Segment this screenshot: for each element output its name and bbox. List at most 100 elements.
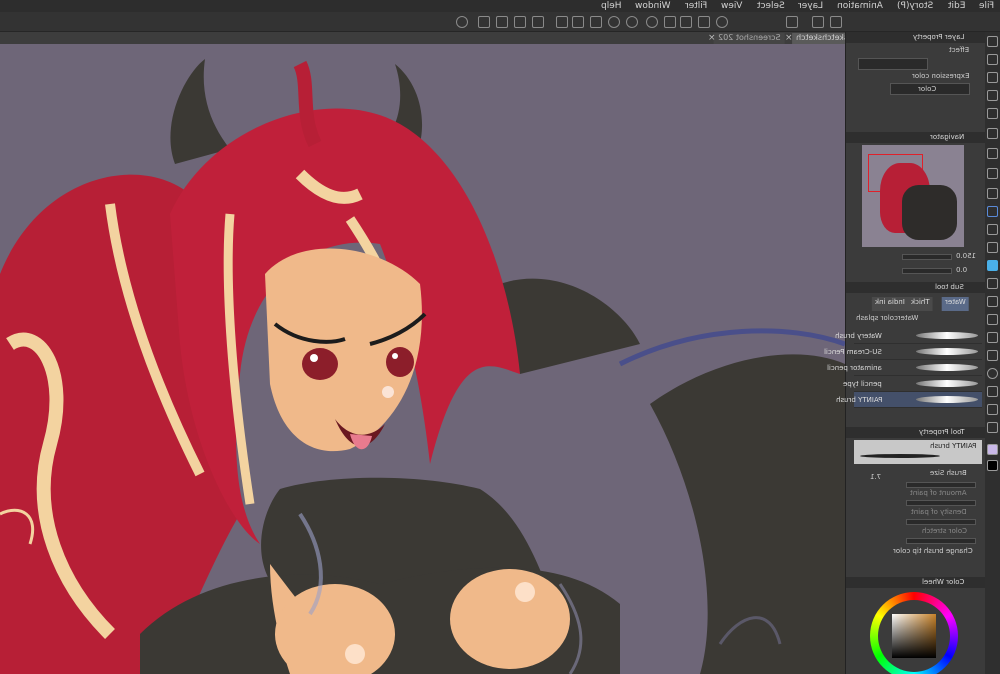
- balloon-tool-icon[interactable]: [987, 404, 998, 415]
- move-tool-icon[interactable]: [987, 54, 998, 65]
- brush-name: animator pencil: [827, 364, 882, 372]
- square-icon[interactable]: [556, 16, 568, 28]
- color-stretch-label: Color stretch: [922, 527, 967, 535]
- navigator-angle[interactable]: 0.0: [956, 266, 967, 274]
- settings-icon[interactable]: [456, 16, 468, 28]
- brush-stroke-preview: [860, 454, 940, 458]
- figure-tool-icon[interactable]: [987, 332, 998, 343]
- menu-help[interactable]: Help: [601, 1, 622, 11]
- sub-tool-group-water[interactable]: Water: [942, 297, 969, 311]
- transform-icon[interactable]: [496, 16, 508, 28]
- brush-size-slider[interactable]: [906, 482, 976, 488]
- new-icon[interactable]: [680, 16, 692, 28]
- document-tab-bar: sketchsketch Screenshot 202 × ×: [0, 32, 853, 44]
- pen-tool-icon[interactable]: [987, 168, 998, 179]
- eraser-tool-icon[interactable]: [987, 260, 998, 271]
- amount-of-paint-slider[interactable]: [906, 500, 976, 506]
- blend-tool-icon[interactable]: [987, 278, 998, 289]
- sub-tool-group-thick[interactable]: Thick: [908, 297, 933, 311]
- menu-layer[interactable]: Layer: [798, 1, 823, 11]
- drawing-canvas[interactable]: [0, 44, 845, 674]
- brush-item[interactable]: SU-Cream Pencil: [824, 344, 982, 360]
- brush-stroke-preview: [916, 380, 978, 387]
- brush-name: pencil type: [843, 380, 882, 388]
- menu-file[interactable]: File: [979, 1, 994, 11]
- color-wheel[interactable]: [868, 592, 960, 674]
- view-icon[interactable]: [786, 16, 798, 28]
- redo-icon[interactable]: [608, 16, 620, 28]
- tool-property-header: Tool Property: [846, 427, 986, 438]
- angle-slider[interactable]: [902, 268, 952, 274]
- decoration-tool-icon[interactable]: [987, 242, 998, 253]
- navigator-zoom[interactable]: 150.0: [956, 252, 976, 260]
- menu-story[interactable]: Story(P): [897, 1, 933, 11]
- operation-tool-icon[interactable]: [987, 90, 998, 101]
- frame-tool-icon[interactable]: [987, 350, 998, 361]
- hand-tool-icon[interactable]: [987, 72, 998, 83]
- tool-palette: [985, 32, 1000, 674]
- device-icon[interactable]: [478, 16, 490, 28]
- rotate-icon[interactable]: [716, 16, 728, 28]
- brush-name: PAINTY brush: [835, 396, 882, 404]
- menu-filter[interactable]: Filter: [685, 1, 707, 11]
- layout-icon[interactable]: [812, 16, 824, 28]
- correct-line-tool-icon[interactable]: [987, 422, 998, 433]
- undo-icon[interactable]: [626, 16, 638, 28]
- navigator-preview[interactable]: [862, 145, 964, 247]
- zoom-tool-icon[interactable]: [987, 36, 998, 47]
- fill-tool-icon[interactable]: [987, 296, 998, 307]
- help-icon[interactable]: [830, 16, 842, 28]
- brush-stroke-preview: [916, 348, 978, 355]
- navigator-thumbnail-body: [902, 185, 957, 240]
- tab-screenshot[interactable]: Screenshot 202: [714, 33, 785, 44]
- arrow-down-right-icon[interactable]: [532, 16, 544, 28]
- expression-color-label: Expression color: [911, 72, 969, 80]
- menu-window[interactable]: Window: [635, 1, 671, 11]
- close-tab-icon[interactable]: ×: [785, 33, 793, 43]
- sub-tool-group-watercolor-splash[interactable]: Watercolor splash: [856, 314, 918, 322]
- airbrush-tool-icon[interactable]: [987, 224, 998, 235]
- zoom-slider[interactable]: [902, 254, 952, 260]
- brush-item[interactable]: Watery brush: [835, 328, 982, 344]
- brush-size-value[interactable]: 7.1: [870, 473, 881, 481]
- brush-size-label: Brush Size: [930, 469, 967, 477]
- density-of-paint-slider[interactable]: [906, 519, 976, 525]
- effect-label: Effect: [948, 46, 969, 54]
- artwork-illustration: [0, 59, 845, 674]
- sub-tool-group-india-ink[interactable]: India ink: [872, 297, 908, 311]
- text-tool-icon[interactable]: [987, 386, 998, 397]
- brush-stroke-preview: [916, 396, 978, 403]
- color-stretch-slider[interactable]: [906, 538, 976, 544]
- brush-item-selected[interactable]: PAINTY brush: [836, 392, 982, 408]
- menu-select[interactable]: Select: [757, 1, 785, 11]
- color-wheel-title: Color Wheel: [921, 578, 964, 586]
- menu-animation[interactable]: Animation: [837, 1, 883, 11]
- auto-select-tool-icon[interactable]: [987, 128, 998, 139]
- change-brush-tip-color-label[interactable]: Change brush tip color: [893, 547, 973, 555]
- gradient-tool-icon[interactable]: [987, 314, 998, 325]
- effect-buttons[interactable]: [858, 58, 928, 70]
- save-icon[interactable]: [664, 16, 676, 28]
- layer-property-header: Layer Property: [846, 32, 986, 43]
- brush-tool-icon[interactable]: [987, 206, 998, 217]
- brush-item[interactable]: animator pencil: [827, 360, 982, 376]
- command-bar: [0, 12, 1000, 32]
- selection-tool-icon[interactable]: [987, 108, 998, 119]
- close-tab-icon[interactable]: ×: [708, 33, 716, 43]
- main-color-swatch[interactable]: [987, 444, 998, 455]
- no-entry-icon[interactable]: [590, 16, 602, 28]
- menu-view[interactable]: View: [721, 1, 742, 11]
- pencil-tool-icon[interactable]: [987, 188, 998, 199]
- brush-item[interactable]: pencil type: [843, 376, 982, 392]
- tab-sketchsketch[interactable]: sketchsketch: [792, 33, 853, 44]
- menu-edit[interactable]: Edit: [948, 1, 965, 11]
- busy-icon[interactable]: [646, 16, 658, 28]
- brush-name: Watery brush: [835, 332, 882, 340]
- saturation-value-square[interactable]: [892, 614, 936, 658]
- eyedropper-tool-icon[interactable]: [987, 148, 998, 159]
- clear-icon[interactable]: [572, 16, 584, 28]
- ruler-tool-icon[interactable]: [987, 368, 998, 379]
- open-icon[interactable]: [698, 16, 710, 28]
- arrow-down-left-icon[interactable]: [514, 16, 526, 28]
- sub-color-swatch[interactable]: [987, 460, 998, 471]
